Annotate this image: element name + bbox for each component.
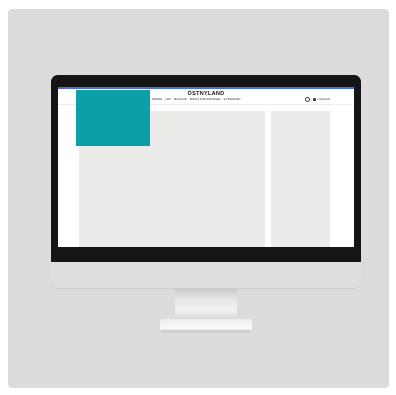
monitor-stand-neck	[175, 288, 237, 320]
sidebar-placeholder	[271, 111, 330, 247]
nav-item[interactable]: LMO	[165, 98, 171, 101]
search-icon[interactable]	[305, 97, 310, 102]
monitor-stand-base-edge	[160, 330, 252, 333]
nav-item[interactable]: INSIDAN	[152, 98, 163, 101]
user-icon	[313, 97, 316, 101]
monitor-chin	[51, 262, 361, 288]
top-accent-bar	[58, 87, 354, 89]
nav-item[interactable]: BORGÅ FÖRSAMLINGEN	[190, 98, 221, 101]
nav-item[interactable]: BLOGGAR	[174, 98, 187, 101]
login-label: LOGGA IN	[317, 97, 330, 101]
nav-item[interactable]: E-TIDNINGEN	[224, 98, 241, 101]
login-button[interactable]: LOGGA IN	[313, 97, 330, 101]
media-placeholder	[76, 90, 150, 146]
